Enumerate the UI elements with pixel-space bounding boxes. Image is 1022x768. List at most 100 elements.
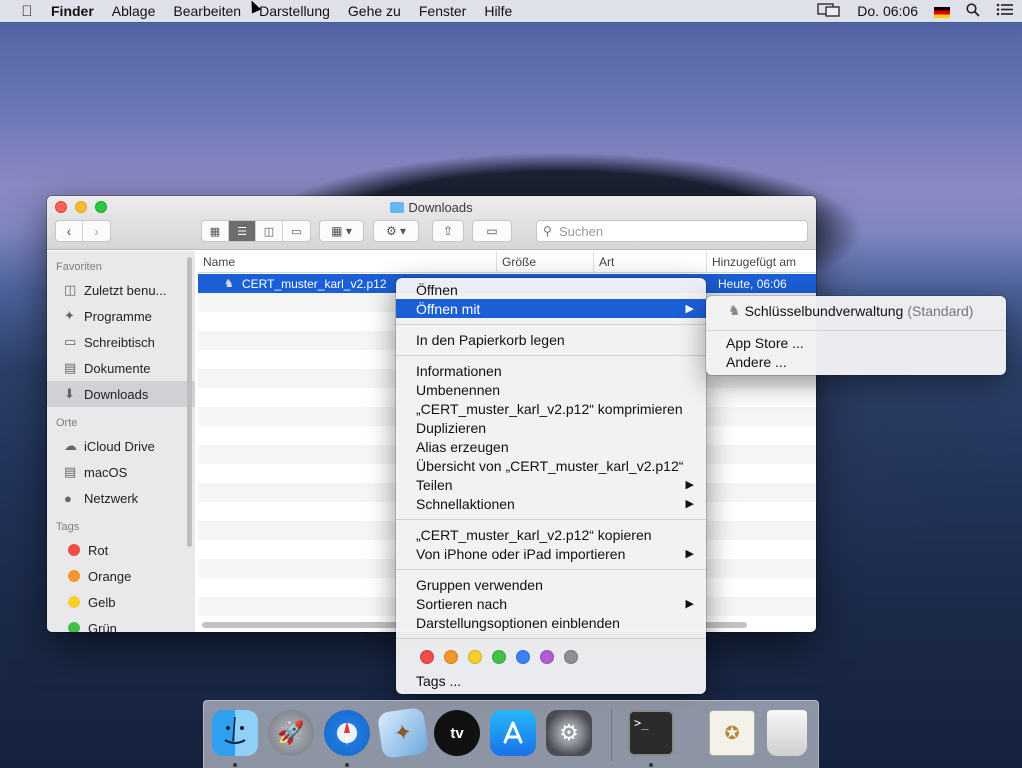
dock: 🚀 ✦ tv ⚙ >_ ✪ xyxy=(203,700,819,768)
spotlight-search-icon[interactable] xyxy=(958,2,988,20)
notification-center-icon[interactable] xyxy=(988,3,1022,19)
window-titlebar[interactable]: Downloads ‹ › ▦ ☰ ◫ ▭ ▦ ▾ ⚙ ▾ ⇧ ▭ ⚲ Such… xyxy=(47,196,816,250)
menu-finder[interactable]: Finder xyxy=(42,3,103,19)
disk-icon: ▤ xyxy=(64,464,77,479)
menu-item-share[interactable]: Teilen ▶ xyxy=(396,475,706,494)
trash-icon[interactable] xyxy=(767,710,807,756)
mail-icon[interactable]: ✦ xyxy=(377,707,429,759)
app-store-icon[interactable] xyxy=(490,710,536,756)
menu-gehe-zu[interactable]: Gehe zu xyxy=(339,3,410,19)
certificate-icon[interactable]: ✪ xyxy=(709,710,755,756)
sidebar-item-macos[interactable]: ▤ macOS xyxy=(47,459,195,485)
search-placeholder: Suchen xyxy=(559,223,604,239)
back-button[interactable]: ‹ xyxy=(56,221,83,241)
menu-item-import-from-iphone[interactable]: Von iPhone oder iPad importieren ▶ xyxy=(396,544,706,563)
menu-item-rename[interactable]: Umbenennen xyxy=(396,380,706,399)
sidebar-tag-green[interactable]: Grün xyxy=(47,615,195,632)
column-header-name[interactable]: Name xyxy=(198,251,497,272)
search-field[interactable]: ⚲ Suchen xyxy=(536,220,808,242)
submenu-arrow-icon: ▶ xyxy=(685,548,694,560)
menu-item-show-view-options[interactable]: Darstellungsoptionen einblenden xyxy=(396,613,706,632)
menu-fenster[interactable]: Fenster xyxy=(410,3,475,19)
running-indicator xyxy=(233,763,237,767)
sidebar-item-downloads[interactable]: ⬇ Downloads xyxy=(47,381,195,407)
menu-item-quick-look[interactable]: Übersicht von „CERT_muster_karl_v2.p12“ xyxy=(396,456,706,475)
column-header-kind[interactable]: Art xyxy=(594,251,707,272)
menu-item-copy[interactable]: „CERT_muster_karl_v2.p12“ kopieren xyxy=(396,525,706,544)
orange-tag-dot xyxy=(68,570,80,582)
menu-separator xyxy=(396,569,706,570)
forward-button[interactable]: › xyxy=(83,221,110,241)
window-title: Downloads xyxy=(47,200,816,215)
document-icon: ▤ xyxy=(64,360,77,375)
sidebar: Favoriten ◫ Zuletzt benu... ✦ Programme ▭ S… xyxy=(47,251,195,632)
tag-color-orange[interactable] xyxy=(444,650,458,664)
menu-ablage[interactable]: Ablage xyxy=(103,3,165,19)
tag-color-purple[interactable] xyxy=(540,650,554,664)
menu-item-make-alias[interactable]: Alias erzeugen xyxy=(396,437,706,456)
menu-item-duplicate[interactable]: Duplizieren xyxy=(396,418,706,437)
list-view-button[interactable]: ☰ xyxy=(229,221,256,241)
apple-menu-icon[interactable]:  xyxy=(12,3,42,20)
globe-icon: ● xyxy=(64,490,72,506)
menubar-clock[interactable]: Do. 06:06 xyxy=(849,3,926,19)
context-menu: Öffnen Öffnen mit ▶ In den Papierkorb leg… xyxy=(396,278,706,694)
launchpad-icon[interactable]: 🚀 xyxy=(268,710,314,756)
tv-icon[interactable]: tv xyxy=(434,710,480,756)
sidebar-item-recents[interactable]: ◫ Zuletzt benu... xyxy=(47,277,195,303)
tag-color-red[interactable] xyxy=(420,650,434,664)
gallery-view-button[interactable]: ▭ xyxy=(283,221,310,241)
submenu-item-other[interactable]: Andere ... xyxy=(706,352,1006,371)
terminal-icon[interactable]: >_ xyxy=(628,710,674,756)
share-button[interactable]: ⇧ xyxy=(432,220,464,242)
tag-color-green[interactable] xyxy=(492,650,506,664)
menu-item-compress[interactable]: „CERT_muster_karl_v2.p12“ komprimieren xyxy=(396,399,706,418)
tag-color-yellow[interactable] xyxy=(468,650,482,664)
tag-color-blue[interactable] xyxy=(516,650,530,664)
keyboard-layout-flag-icon[interactable] xyxy=(926,3,958,19)
icon-view-button[interactable]: ▦ xyxy=(202,221,229,241)
group-by-button[interactable]: ▦ ▾ xyxy=(319,220,364,242)
sidebar-item-documents[interactable]: ▤ Dokumente xyxy=(47,355,195,381)
column-view-button[interactable]: ◫ xyxy=(256,221,283,241)
menu-item-open-with[interactable]: Öffnen mit ▶ xyxy=(396,299,706,318)
submenu-arrow-icon: ▶ xyxy=(685,598,694,610)
finder-icon[interactable] xyxy=(212,710,258,756)
column-header-date-added[interactable]: Hinzugefügt am xyxy=(707,251,816,272)
submenu-item-keychain-access[interactable]: ♞ Schlüsselbundverwaltung (Standard) xyxy=(706,301,1006,320)
view-mode-control: ▦ ☰ ◫ ▭ xyxy=(201,220,311,242)
menu-darstellung[interactable]: Darstellung xyxy=(250,3,339,19)
tag-button[interactable]: ▭ xyxy=(472,220,512,242)
action-button[interactable]: ⚙ ▾ xyxy=(373,220,419,242)
safari-icon[interactable] xyxy=(324,710,370,756)
tag-color-gray[interactable] xyxy=(564,650,578,664)
cloud-icon: ☁ xyxy=(64,438,77,453)
sidebar-tag-yellow[interactable]: Gelb xyxy=(47,589,195,615)
menu-hilfe[interactable]: Hilfe xyxy=(475,3,521,19)
menu-item-move-to-trash[interactable]: In den Papierkorb legen xyxy=(396,330,706,349)
running-indicator xyxy=(345,763,349,767)
menu-item-open[interactable]: Öffnen xyxy=(396,280,706,299)
menu-item-sort-by[interactable]: Sortieren nach ▶ xyxy=(396,594,706,613)
menu-item-use-groups[interactable]: Gruppen verwenden xyxy=(396,575,706,594)
sidebar-item-network[interactable]: ● Netzwerk xyxy=(47,485,195,511)
file-name: CERT_muster_karl_v2.p12 xyxy=(242,276,387,291)
airplay-display-icon[interactable] xyxy=(809,2,849,20)
sidebar-scrollbar[interactable] xyxy=(187,257,192,547)
submenu-item-app-store[interactable]: App Store ... xyxy=(706,333,1006,352)
sidebar-item-desktop[interactable]: ▭ Schreibtisch xyxy=(47,329,195,355)
sidebar-item-applications[interactable]: ✦ Programme xyxy=(47,303,195,329)
sidebar-item-icloud-drive[interactable]: ☁ iCloud Drive xyxy=(47,433,195,459)
menu-item-get-info[interactable]: Informationen xyxy=(396,361,706,380)
system-preferences-icon[interactable]: ⚙ xyxy=(546,710,592,756)
sidebar-tag-orange[interactable]: Orange xyxy=(47,563,195,589)
tag-icon: ▭ xyxy=(486,224,498,238)
sidebar-tag-red[interactable]: Rot xyxy=(47,537,195,563)
applications-icon: ✦ xyxy=(64,308,75,323)
menu-bearbeiten[interactable]: Bearbeiten xyxy=(164,3,250,19)
menu-item-tags[interactable]: Tags ... xyxy=(396,671,706,690)
list-column-headers: Name Größe Art Hinzugefügt am xyxy=(198,251,816,273)
clock-icon: ◫ xyxy=(64,282,77,297)
menu-item-quick-actions[interactable]: Schnellaktionen ▶ xyxy=(396,494,706,513)
column-header-size[interactable]: Größe xyxy=(497,251,594,272)
